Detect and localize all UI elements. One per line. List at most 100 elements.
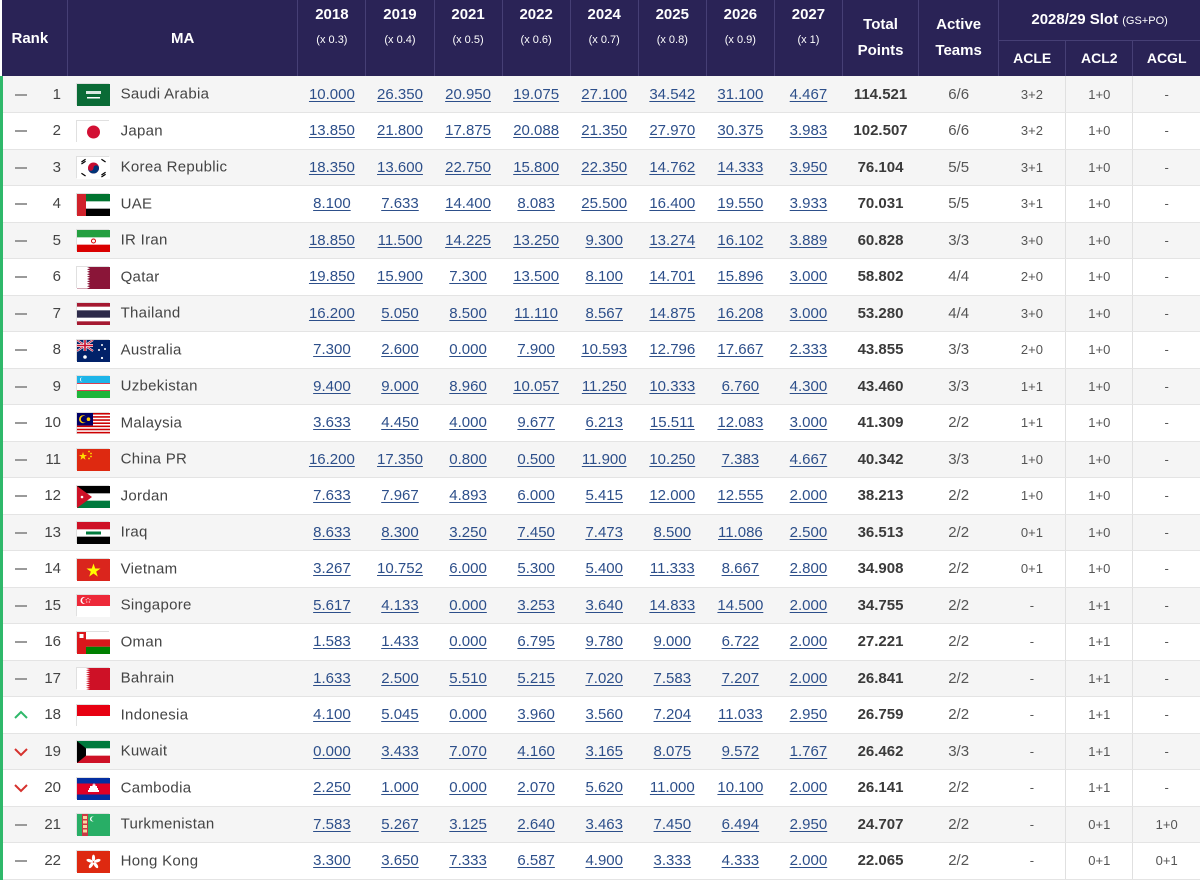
year-2018-points-link[interactable]: 7.583 xyxy=(313,816,351,833)
year-2021-points-link[interactable]: 8.960 xyxy=(449,378,487,395)
year-2024-points-link[interactable]: 10.593 xyxy=(581,341,627,358)
year-2021-points-link[interactable]: 3.250 xyxy=(449,524,487,541)
year-2019-points-link[interactable]: 2.600 xyxy=(381,341,419,358)
year-2018-points-link[interactable]: 4.100 xyxy=(313,706,351,723)
year-2021-points-link[interactable]: 7.300 xyxy=(449,268,487,285)
year-2027-points-link[interactable]: 2.333 xyxy=(790,341,828,358)
year-2027-points-link[interactable]: 3.000 xyxy=(790,305,828,322)
header-year-2026[interactable]: 2026 (x 0.9) xyxy=(705,0,775,76)
header-year-2022[interactable]: 2022 (x 0.6) xyxy=(501,0,571,76)
year-2022-points-link[interactable]: 6.795 xyxy=(517,633,555,650)
year-2025-points-link[interactable]: 27.970 xyxy=(649,122,695,139)
year-2018-points-link[interactable]: 8.100 xyxy=(313,195,351,212)
header-year-2027[interactable]: 2027 (x 1) xyxy=(773,0,843,76)
year-2018-points-link[interactable]: 18.850 xyxy=(309,232,355,249)
header-total-points[interactable]: Total Points xyxy=(841,0,919,76)
year-2024-points-link[interactable]: 3.463 xyxy=(585,816,623,833)
year-2026-points-link[interactable]: 10.100 xyxy=(717,779,763,796)
year-2019-points-link[interactable]: 3.650 xyxy=(381,852,419,869)
header-year-2024[interactable]: 2024 (x 0.7) xyxy=(569,0,639,76)
year-2027-points-link[interactable]: 2.000 xyxy=(790,779,828,796)
year-2021-points-link[interactable]: 0.000 xyxy=(449,779,487,796)
year-2026-points-link[interactable]: 14.333 xyxy=(717,159,763,176)
year-2022-points-link[interactable]: 19.075 xyxy=(513,86,559,103)
year-2019-points-link[interactable]: 4.133 xyxy=(381,597,419,614)
year-2026-points-link[interactable]: 11.033 xyxy=(718,706,763,723)
year-2018-points-link[interactable]: 7.300 xyxy=(313,341,351,358)
year-2022-points-link[interactable]: 3.253 xyxy=(517,597,555,614)
year-2024-points-link[interactable]: 8.100 xyxy=(585,268,623,285)
year-2025-points-link[interactable]: 16.400 xyxy=(649,195,695,212)
year-2018-points-link[interactable]: 5.617 xyxy=(313,597,351,614)
year-2027-points-link[interactable]: 4.667 xyxy=(790,451,828,468)
year-2022-points-link[interactable]: 5.300 xyxy=(517,560,555,577)
year-2025-points-link[interactable]: 10.250 xyxy=(649,451,695,468)
year-2019-points-link[interactable]: 1.000 xyxy=(381,779,419,796)
year-2027-points-link[interactable]: 3.000 xyxy=(790,414,828,431)
year-2026-points-link[interactable]: 31.100 xyxy=(717,86,763,103)
header-active-teams[interactable]: Active Teams xyxy=(918,0,999,76)
year-2026-points-link[interactable]: 15.896 xyxy=(717,268,763,285)
year-2021-points-link[interactable]: 4.893 xyxy=(449,487,487,504)
year-2024-points-link[interactable]: 11.250 xyxy=(582,378,627,395)
year-2024-points-link[interactable]: 3.640 xyxy=(585,597,623,614)
year-2022-points-link[interactable]: 0.500 xyxy=(517,451,555,468)
year-2026-points-link[interactable]: 17.667 xyxy=(717,341,763,358)
year-2026-points-link[interactable]: 12.555 xyxy=(717,487,763,504)
header-year-2018[interactable]: 2018 (x 0.3) xyxy=(297,0,366,76)
year-2026-points-link[interactable]: 8.667 xyxy=(722,560,760,577)
year-2025-points-link[interactable]: 14.701 xyxy=(649,268,695,285)
year-2024-points-link[interactable]: 3.560 xyxy=(585,706,623,723)
year-2027-points-link[interactable]: 2.800 xyxy=(790,560,828,577)
year-2022-points-link[interactable]: 13.250 xyxy=(513,232,559,249)
year-2024-points-link[interactable]: 5.415 xyxy=(585,487,623,504)
year-2021-points-link[interactable]: 6.000 xyxy=(449,560,487,577)
year-2021-points-link[interactable]: 7.070 xyxy=(449,743,487,760)
year-2022-points-link[interactable]: 6.000 xyxy=(517,487,555,504)
year-2021-points-link[interactable]: 14.400 xyxy=(445,195,491,212)
year-2019-points-link[interactable]: 7.633 xyxy=(381,195,419,212)
year-2022-points-link[interactable]: 13.500 xyxy=(513,268,559,285)
year-2025-points-link[interactable]: 15.511 xyxy=(650,414,695,431)
year-2025-points-link[interactable]: 11.333 xyxy=(650,560,695,577)
year-2026-points-link[interactable]: 6.760 xyxy=(722,378,760,395)
year-2019-points-link[interactable]: 21.800 xyxy=(377,122,423,139)
year-2021-points-link[interactable]: 7.333 xyxy=(449,852,487,869)
header-year-2021[interactable]: 2021 (x 0.5) xyxy=(433,0,503,76)
header-rank[interactable]: Rank xyxy=(1,0,68,76)
year-2025-points-link[interactable]: 9.000 xyxy=(654,633,692,650)
year-2025-points-link[interactable]: 14.875 xyxy=(649,305,695,322)
year-2026-points-link[interactable]: 12.083 xyxy=(717,414,763,431)
year-2019-points-link[interactable]: 3.433 xyxy=(381,743,419,760)
year-2022-points-link[interactable]: 2.070 xyxy=(517,779,555,796)
year-2018-points-link[interactable]: 13.850 xyxy=(309,122,355,139)
year-2019-points-link[interactable]: 5.045 xyxy=(381,706,419,723)
year-2027-points-link[interactable]: 1.767 xyxy=(790,743,828,760)
year-2018-points-link[interactable]: 3.300 xyxy=(313,852,351,869)
year-2024-points-link[interactable]: 9.780 xyxy=(585,633,623,650)
year-2025-points-link[interactable]: 12.000 xyxy=(649,487,695,504)
year-2025-points-link[interactable]: 13.274 xyxy=(649,232,695,249)
year-2027-points-link[interactable]: 2.000 xyxy=(790,487,828,504)
year-2024-points-link[interactable]: 27.100 xyxy=(581,86,627,103)
year-2021-points-link[interactable]: 20.950 xyxy=(445,86,491,103)
year-2021-points-link[interactable]: 0.000 xyxy=(449,706,487,723)
year-2026-points-link[interactable]: 4.333 xyxy=(722,852,760,869)
year-2026-points-link[interactable]: 11.086 xyxy=(718,524,763,541)
year-2025-points-link[interactable]: 11.000 xyxy=(650,779,695,796)
year-2027-points-link[interactable]: 3.933 xyxy=(790,195,828,212)
year-2026-points-link[interactable]: 14.500 xyxy=(717,597,763,614)
header-slot-acgl[interactable]: ACGL xyxy=(1132,39,1200,76)
year-2022-points-link[interactable]: 20.088 xyxy=(513,122,559,139)
year-2021-points-link[interactable]: 8.500 xyxy=(449,305,487,322)
year-2018-points-link[interactable]: 2.250 xyxy=(313,779,351,796)
year-2027-points-link[interactable]: 3.983 xyxy=(790,122,828,139)
year-2019-points-link[interactable]: 17.350 xyxy=(377,451,423,468)
year-2019-points-link[interactable]: 5.267 xyxy=(381,816,419,833)
year-2025-points-link[interactable]: 8.500 xyxy=(654,524,692,541)
year-2025-points-link[interactable]: 7.583 xyxy=(654,670,692,687)
year-2018-points-link[interactable]: 10.000 xyxy=(309,86,355,103)
year-2027-points-link[interactable]: 3.000 xyxy=(790,268,828,285)
header-slot-acle[interactable]: ACLE xyxy=(998,39,1066,76)
year-2024-points-link[interactable]: 25.500 xyxy=(581,195,627,212)
